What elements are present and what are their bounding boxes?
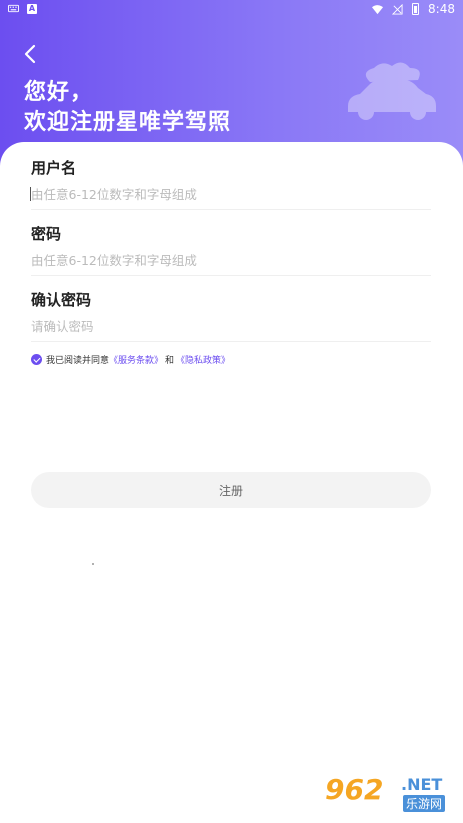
privacy-link[interactable]: 《隐私政策》 — [176, 353, 230, 366]
confirm-password-label: 确认密码 — [31, 291, 92, 309]
password-divider — [31, 275, 431, 276]
agreement-row: 我已阅读并同意 《服务条款》 和 《隐私政策》 — [31, 353, 230, 366]
username-label: 用户名 — [31, 159, 77, 177]
no-signal-icon — [392, 3, 403, 15]
watermark-logo: 962 .NET 乐游网 — [325, 773, 455, 817]
username-input[interactable] — [31, 181, 431, 207]
agreement-and: 和 — [165, 356, 175, 366]
confirm-password-divider — [31, 341, 431, 342]
greeting-line2: 欢迎注册星唯学驾照 — [24, 110, 232, 135]
confirm-password-input[interactable] — [31, 313, 431, 339]
password-label: 密码 — [31, 225, 62, 243]
a-icon: A — [27, 3, 37, 14]
wifi-icon — [372, 4, 384, 14]
terms-link[interactable]: 《服务条款》 — [109, 353, 163, 366]
watermark-number: 962 — [325, 773, 384, 806]
register-button[interactable]: 注册 — [31, 472, 431, 508]
keyboard-icon — [8, 4, 19, 13]
status-bar: A 8:48 — [0, 0, 463, 18]
agreement-prefix: 我已阅读并同意 — [46, 356, 110, 366]
watermark-suffix: .NET — [401, 775, 443, 794]
stray-dot — [92, 563, 94, 565]
battery-icon — [412, 3, 420, 15]
back-arrow-icon[interactable] — [20, 42, 42, 66]
agreement-checkbox[interactable] — [31, 354, 42, 365]
greeting-line1: 您好， — [24, 80, 94, 105]
status-time: 8:48 — [428, 2, 455, 16]
watermark-cn: 乐游网 — [403, 795, 446, 812]
username-divider — [31, 209, 431, 210]
car-icon — [348, 62, 436, 120]
password-input[interactable] — [31, 247, 431, 273]
